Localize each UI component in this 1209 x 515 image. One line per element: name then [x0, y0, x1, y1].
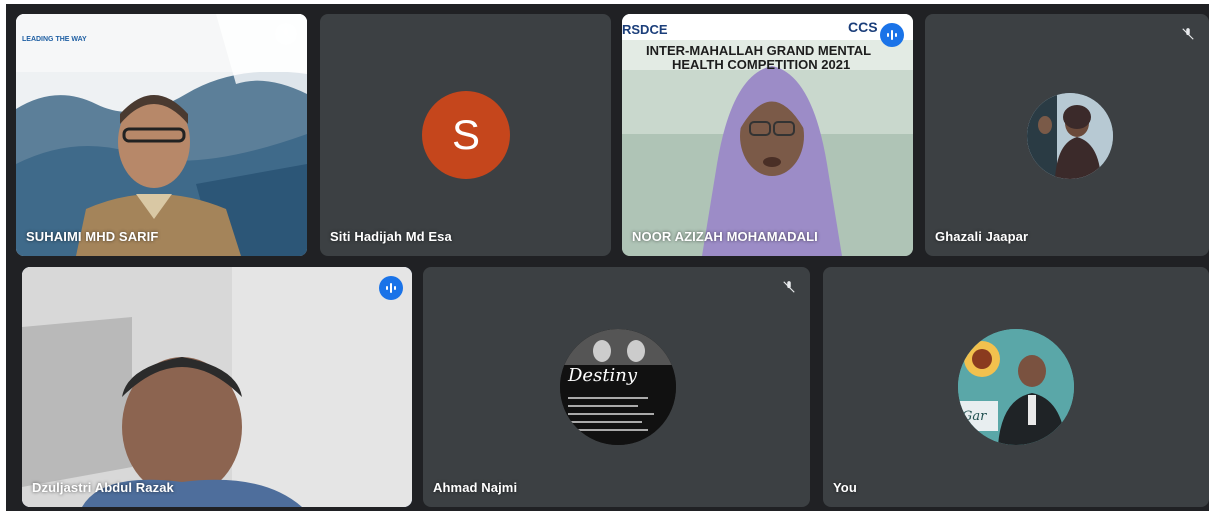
participant-tile[interactable]: RSDCE CCS INTER-MAHALLAH GRAND MENTAL HE…: [622, 14, 913, 256]
avatar: Gar: [958, 329, 1074, 445]
avatar-text: Destiny: [568, 365, 638, 386]
participant-name: You: [833, 480, 857, 495]
avatar-letter: S: [451, 111, 480, 158]
participant-tile[interactable]: Destiny Ahmad Najmi: [423, 267, 810, 507]
participant-name: Ahmad Najmi: [433, 480, 518, 495]
banner-title-2: HEALTH COMPETITION 2021: [672, 57, 851, 72]
mic-off-icon: [1177, 23, 1199, 45]
speaking-indicator-icon: [880, 23, 904, 47]
mic-off-icon: [275, 23, 297, 45]
banner-text: LEADING THE WAY: [22, 36, 87, 43]
participant-name: Siti Hadijah Md Esa: [330, 229, 452, 244]
mic-off-icon: [778, 276, 800, 298]
avatar: S: [422, 91, 510, 179]
avatar: Destiny: [560, 329, 676, 445]
participant-video: [16, 14, 307, 256]
participant-tile[interactable]: Gar You: [823, 267, 1209, 507]
participant-name: Dzuljastri Abdul Razak: [32, 480, 174, 495]
participant-video: [22, 267, 412, 507]
banner-logo: LEADING THE WAY: [22, 36, 87, 43]
avatar: [1027, 93, 1113, 179]
banner-title-1: INTER-MAHALLAH GRAND MENTAL: [646, 43, 872, 58]
participant-tile[interactable]: LEADING THE WAY SUHAIMI MHD SARIF: [16, 14, 307, 256]
banner-org: RSDCE: [622, 22, 668, 37]
participant-name: Ghazali Jaapar: [935, 229, 1029, 244]
participant-name: SUHAIMI MHD SARIF: [26, 229, 159, 244]
banner-tag: CCS: [848, 19, 878, 35]
participant-tile[interactable]: S Siti Hadijah Md Esa: [320, 14, 611, 256]
participant-tile[interactable]: Ghazali Jaapar: [925, 14, 1209, 256]
speaking-indicator-icon: [379, 276, 403, 300]
meeting-grid: LEADING THE WAY SUHAIMI MHD SARIF S Siti…: [6, 4, 1209, 511]
participant-name: NOOR AZIZAH MOHAMADALI: [632, 229, 818, 244]
participant-tile[interactable]: Dzuljastri Abdul Razak: [22, 267, 412, 507]
avatar-text: Gar: [962, 409, 987, 424]
